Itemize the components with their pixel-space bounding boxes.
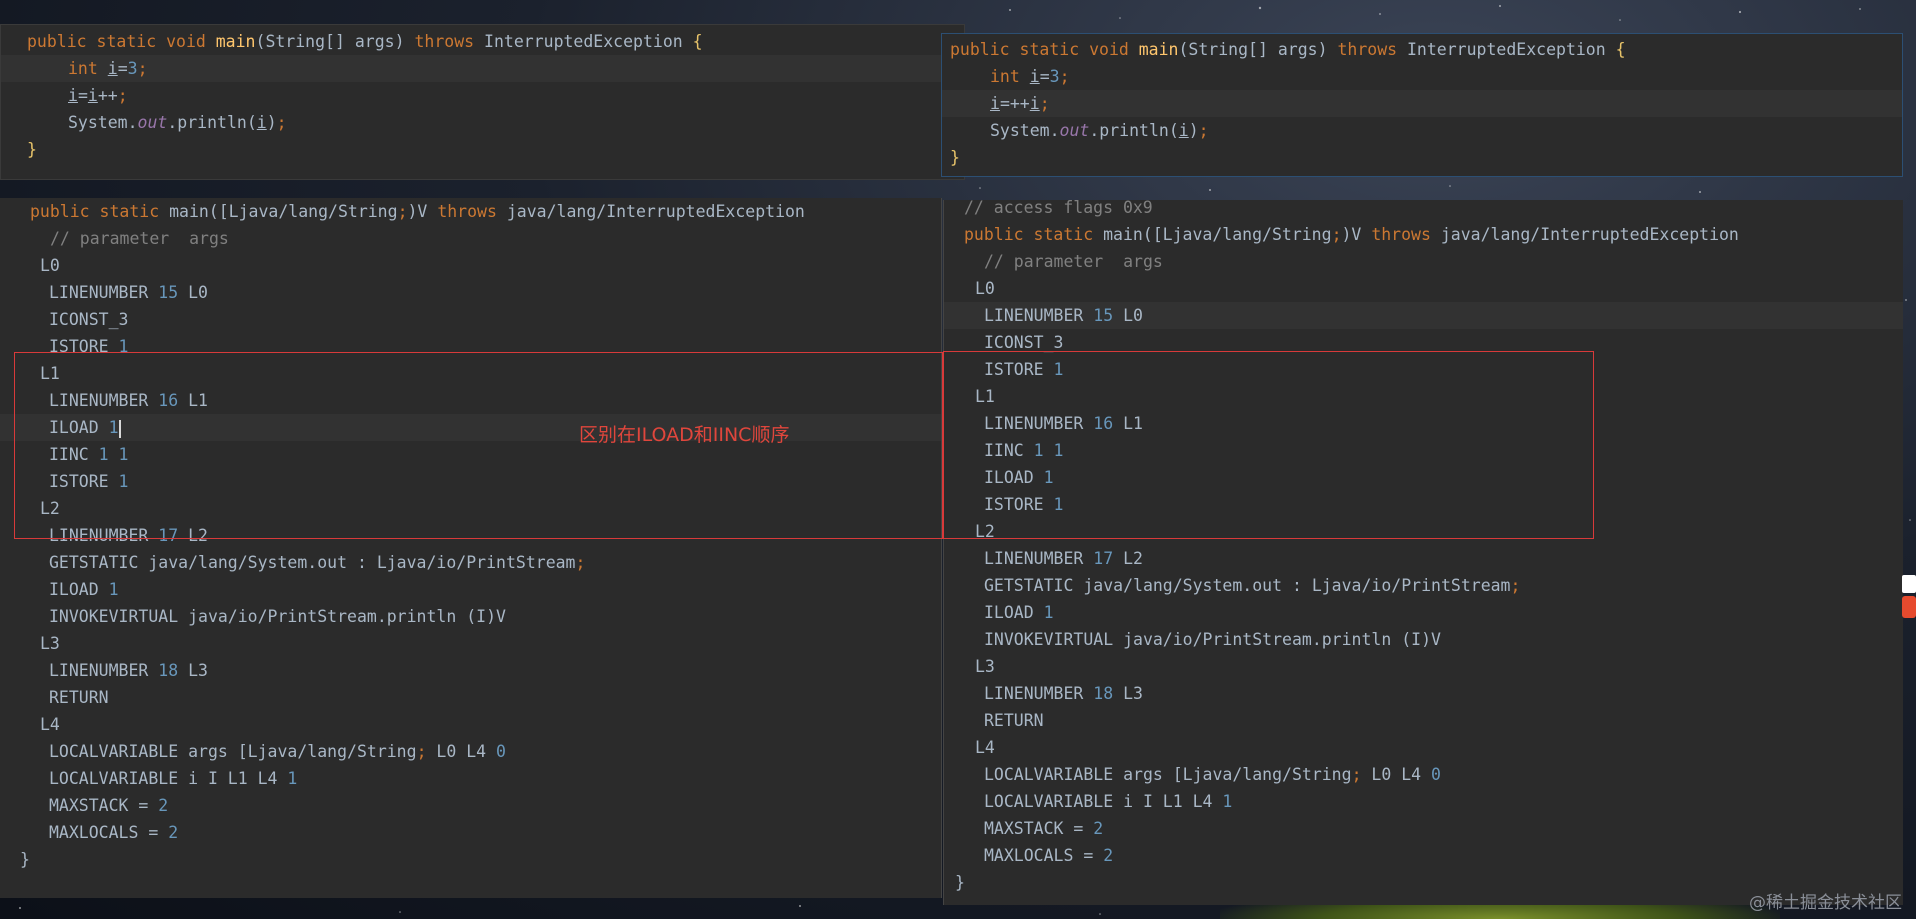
method-signature: public static main([Ljava/lang/String;)V… [964,225,1739,244]
label-line: L3 [40,634,60,653]
access-comment: // access flags 0x9 [964,200,1153,217]
bytecode-line: MAXSTACK = 2 [984,819,1104,838]
bytecode-line: RETURN [984,711,1044,730]
bytecode-line: ILOAD 1 [49,580,119,599]
bytecode-line: LINENUMBER 18 L3 [49,661,208,680]
bytecode-line: INVOKEVIRTUAL java/io/PrintStream.printl… [49,607,506,626]
bytecode-viewer-right[interactable]: // access flags 0x9 public static main([… [943,200,1903,905]
bytecode-line: MAXSTACK = 2 [49,796,169,815]
code-line: i=i++; [68,86,128,105]
bytecode-line: LINENUMBER 18 L3 [984,684,1143,703]
param-comment: // parameter args [50,229,229,248]
label-line: L3 [975,657,995,676]
bytecode-line: INVOKEVIRTUAL java/io/PrintStream.printl… [984,630,1441,649]
param-comment: // parameter args [984,252,1163,271]
code-line: public static void main(String[] args) t… [27,32,703,51]
code-line: int i=3; [990,67,1070,86]
label-line: L0 [40,256,60,275]
code-line: } [950,148,960,167]
label-line: L4 [40,715,60,734]
bytecode-line: LOCALVARIABLE i I L1 L4 1 [49,769,298,788]
code-line: int i=3; [1,55,964,82]
bytecode-line: LOCALVARIABLE args [Ljava/lang/String; L… [49,742,506,761]
code-line: System.out.println(i); [990,121,1209,140]
bytecode-line: MAXLOCALS = 2 [984,846,1114,865]
bytecode-line: LINENUMBER 15 L0 [944,302,1903,329]
bytecode-viewer-left[interactable]: public static main([Ljava/lang/String;)V… [0,198,942,898]
bytecode-line: ICONST_3 [49,310,129,329]
edge-tool-icon[interactable] [1902,596,1916,618]
label-line: L0 [975,279,995,298]
highlight-box-right [943,351,1594,539]
bytecode-line: GETSTATIC java/lang/System.out : Ljava/i… [984,576,1521,595]
source-editor-left[interactable]: public static void main(String[] args) t… [0,24,965,180]
code-line: i=++i; [942,90,1902,117]
code-line: System.out.println(i); [68,113,287,132]
edge-widget-icon[interactable] [1902,575,1916,593]
bytecode-line: } [20,850,30,869]
watermark: @稀土掘金技术社区 [1749,893,1902,913]
annotation-note: 区别在ILOAD和IINC顺序 [579,424,790,446]
bytecode-line: ILOAD 1 [984,603,1054,622]
bytecode-line: LOCALVARIABLE i I L1 L4 1 [984,792,1233,811]
highlight-box-left [14,352,943,539]
label-line: L4 [975,738,995,757]
code-line: public static void main(String[] args) t… [950,40,1626,59]
bytecode-line: MAXLOCALS = 2 [49,823,179,842]
code-line: } [27,140,37,159]
bytecode-line: RETURN [49,688,109,707]
bytecode-line: LINENUMBER 15 L0 [49,283,208,302]
bytecode-line: GETSTATIC java/lang/System.out : Ljava/i… [49,553,586,572]
bytecode-line: LOCALVARIABLE args [Ljava/lang/String; L… [984,765,1441,784]
method-signature: public static main([Ljava/lang/String;)V… [30,202,805,221]
bytecode-line: LINENUMBER 17 L2 [984,549,1143,568]
source-editor-right[interactable]: public static void main(String[] args) t… [941,33,1903,177]
